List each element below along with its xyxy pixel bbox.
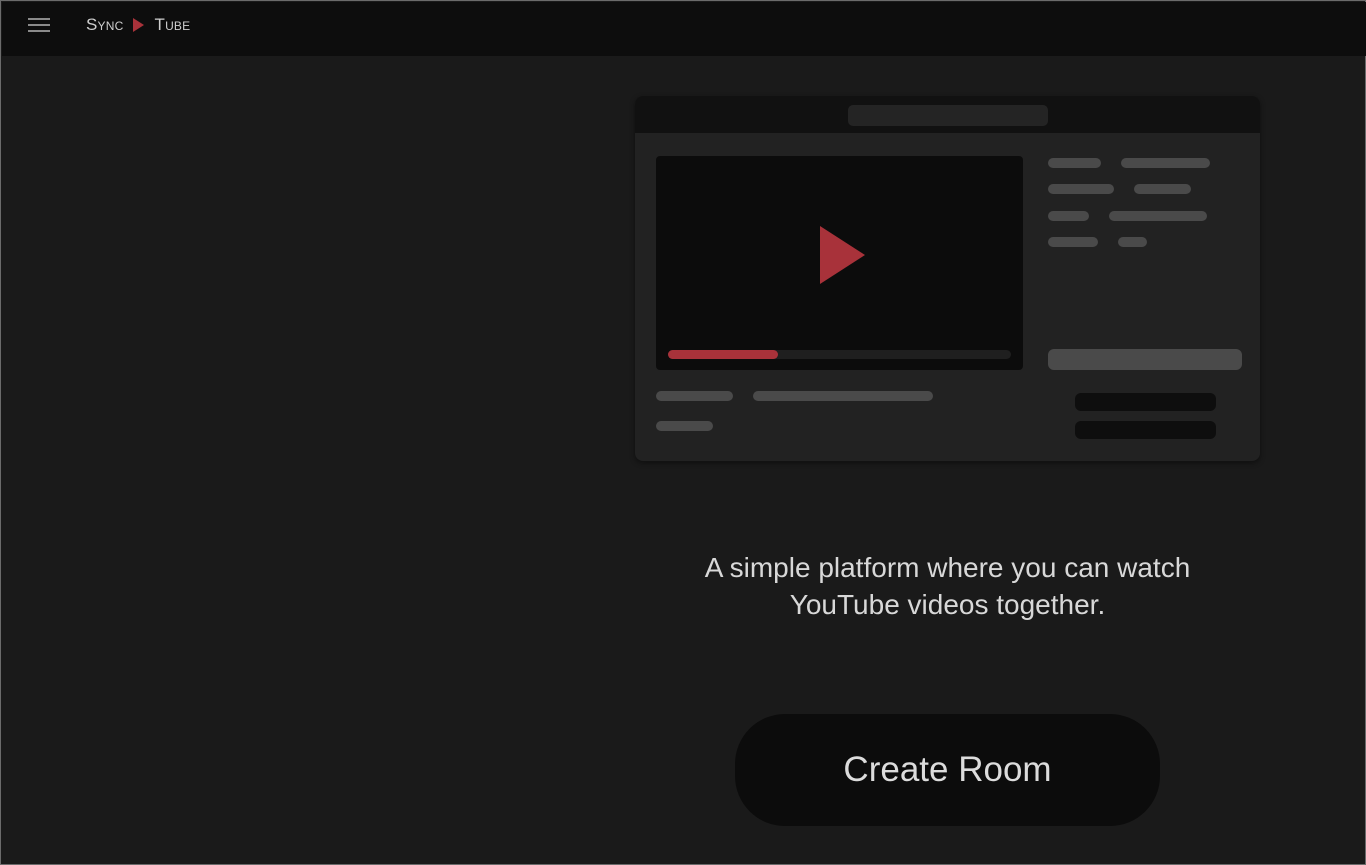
menu-line — [28, 18, 50, 20]
placeholder-line — [1048, 158, 1101, 168]
logo-text-tube: Tube — [154, 15, 191, 34]
placeholder-line — [656, 391, 733, 401]
tagline-line-2: YouTube videos together. — [789, 589, 1106, 620]
illustration-progress-fill — [668, 350, 778, 359]
menu-line — [28, 30, 50, 32]
tagline: A simple platform where you can watch Yo… — [635, 549, 1260, 623]
placeholder-line — [1048, 211, 1089, 221]
logo-text-sync: Sync — [86, 15, 124, 34]
placeholder-line — [753, 391, 933, 401]
illustration-video-player — [656, 156, 1023, 370]
play-triangle-icon — [820, 226, 865, 284]
tagline-line-1: A simple platform where you can watch — [704, 552, 1191, 583]
illustration-browser-bar — [635, 96, 1260, 133]
placeholder-chat-input — [1048, 349, 1242, 370]
placeholder-line — [1118, 237, 1147, 247]
hero-illustration — [635, 96, 1260, 461]
illustration-address-bar — [848, 105, 1048, 126]
app-window: Sync Tube A simple platform where you ca… — [0, 0, 1366, 865]
hamburger-menu-icon[interactable] — [26, 14, 54, 36]
placeholder-line — [1109, 211, 1207, 221]
placeholder-button — [1075, 393, 1216, 411]
create-room-button[interactable]: Create Room — [735, 714, 1160, 826]
top-bar: Sync Tube — [2, 2, 1366, 56]
placeholder-line — [1048, 237, 1098, 247]
placeholder-line — [656, 421, 713, 431]
placeholder-line — [1048, 184, 1114, 194]
logo-link[interactable]: Sync Tube — [86, 14, 190, 36]
placeholder-line — [1121, 158, 1210, 168]
illustration-progress-track — [668, 350, 1011, 359]
menu-line — [28, 24, 50, 26]
placeholder-button — [1075, 421, 1216, 439]
placeholder-line — [1134, 184, 1191, 194]
play-triangle-icon — [133, 18, 145, 32]
